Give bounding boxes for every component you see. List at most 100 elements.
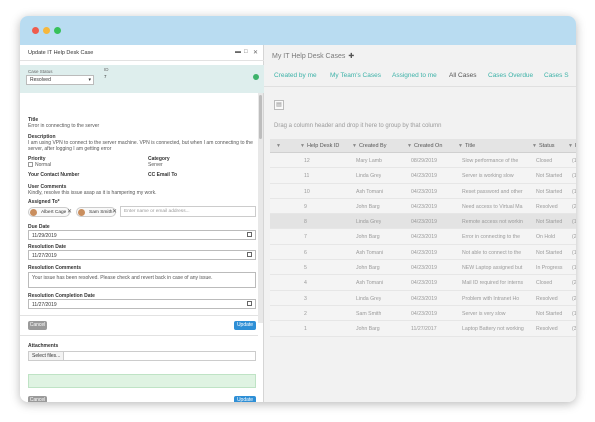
resolution-completion-input[interactable]: 11/27/2019 [28, 299, 256, 309]
add-icon[interactable]: ✚ [348, 53, 354, 60]
remove-assignee-icon[interactable]: ✕ [112, 208, 117, 215]
due-date-input[interactable]: 11/29/2019 [28, 230, 256, 240]
info-icon[interactable] [253, 74, 259, 80]
cc-email-label: CC Email To [148, 172, 178, 178]
table-row[interactable]: 6 Ash Tomani 04/23/2019 Not able to connect… [270, 244, 576, 261]
scrollbar-thumb[interactable] [259, 95, 262, 139]
table-cell: 11/27/2017 [411, 326, 437, 333]
calendar-icon[interactable] [247, 232, 252, 237]
table-cell: 6 [304, 249, 307, 256]
dialog-title: Update IT Help Desk Case [28, 50, 94, 56]
table-cell: 1 [304, 326, 307, 333]
table-cell: Not Started [536, 173, 563, 180]
table-cell: John Barg [356, 265, 380, 272]
col-priority[interactable]: ▼P [568, 143, 576, 149]
file-upload[interactable]: Select files... [28, 351, 256, 361]
update-button-bottom[interactable]: Update [234, 396, 256, 402]
tab-created-by-me[interactable]: Created by me [274, 72, 317, 79]
table-cell: (1) High [572, 188, 576, 195]
table-row[interactable]: 10 Ash Tomani 04/23/2019 Reset password and… [270, 183, 576, 199]
table-row[interactable]: 7 John Barg 04/23/2019 Error in connecting … [270, 229, 576, 245]
col-title[interactable]: ▼ Title [458, 143, 475, 149]
assignee-chip-sam: Sam Smith [76, 207, 117, 217]
table-row[interactable]: 4 Ash Tomani 04/23/2019 Mail ID required fo… [270, 275, 576, 291]
calendar-icon[interactable] [247, 252, 252, 257]
table-cell: (2) Nor [572, 234, 576, 241]
minimize-icon[interactable]: ▬ [235, 49, 241, 55]
tab-my-teams-cases[interactable]: My Team's Cases [330, 72, 381, 79]
table-cell: 10 [304, 188, 310, 195]
category-value: Server [148, 162, 163, 168]
table-cell: 5 [304, 265, 307, 272]
minimize-window-dot[interactable] [43, 27, 50, 34]
table-cell: Ash Tomani [356, 280, 384, 287]
table-row[interactable]: 3 Linda Grey 04/23/2019 Problem with Intran… [270, 290, 576, 306]
tab-cases-s[interactable]: Cases S [544, 72, 569, 79]
table-row[interactable]: 9 John Barg 04/23/2019 Need access to Virtu… [270, 198, 576, 215]
table-row[interactable]: 2 Sam Smith 04/23/2019 Server is very slow N… [270, 305, 576, 322]
table-cell: (1) High [572, 265, 576, 272]
tab-assigned-to-me[interactable]: Assigned to me [392, 72, 437, 79]
select-files-button[interactable]: Select files... [29, 352, 65, 360]
app-window: My IT Help Desk Cases ✚ Created by me My … [20, 16, 576, 402]
col-help-desk-id[interactable]: ▼ Help Desk ID [300, 143, 339, 149]
contact-number-label: Your Contact Number [28, 172, 80, 178]
case-list-title: My IT Help Desk Cases ✚ [272, 52, 354, 60]
table-row[interactable]: 12 Mary Lamb 08/29/2019 Slow performance of… [270, 153, 576, 169]
table-cell: 4 [304, 280, 307, 287]
calendar-icon[interactable] [247, 301, 252, 306]
table-row[interactable]: 5 John Barg 04/23/2019 NEW Laptop assigned … [270, 260, 576, 276]
table-cell: John Barg [356, 234, 380, 241]
cancel-button-bottom[interactable]: Cancel [28, 396, 47, 402]
col-created-by[interactable]: ▼ Created By [352, 143, 386, 149]
form-scrollbar[interactable] [258, 93, 263, 323]
checkbox-icon[interactable] [28, 162, 33, 168]
case-status-select[interactable]: Resolved ▾ [26, 75, 94, 85]
cancel-button[interactable]: Cancel [28, 321, 47, 330]
table-cell: Closed [536, 158, 553, 164]
table-cell: 04/23/2019 [411, 203, 437, 210]
resolution-date-input[interactable]: 11/27/2019 [28, 250, 256, 260]
table-cell: 8 [304, 219, 307, 226]
table-cell: Not Started [536, 249, 563, 256]
group-by-hint: Drag a column header and drop it here to… [274, 123, 442, 129]
table-cell: 04/23/2019 [411, 219, 437, 226]
assign-to-input[interactable]: Enter name or email address... [120, 206, 256, 217]
table-cell: 04/23/2019 [411, 234, 437, 241]
case-tabs: Created by me My Team's Cases Assigned t… [264, 69, 576, 87]
table-row[interactable]: 11 Linda Grey 04/23/2019 Server is working … [270, 168, 576, 184]
table-cell: (1) High [572, 310, 576, 317]
tab-all-cases[interactable]: All Cases [449, 72, 476, 79]
table-cell: 9 [304, 203, 307, 210]
table-row[interactable]: 8 Linda Grey 04/23/2019 Remote access not w… [270, 214, 576, 230]
table-cell: NEW Laptop assigned but [462, 265, 523, 272]
title-value: Error in connecting to the server [28, 123, 100, 129]
resolution-comments-input[interactable]: Your issue has been resolved. Please che… [28, 272, 256, 288]
table-cell: Linda Grey [356, 295, 382, 302]
tab-cases-overdue[interactable]: Cases Overdue [488, 72, 533, 79]
remove-assignee-icon[interactable]: ✕ [67, 208, 72, 215]
update-button[interactable]: Update [234, 321, 256, 330]
maximize-window-dot[interactable] [54, 27, 61, 34]
export-icon[interactable]: ▤ [274, 100, 284, 110]
table-cell: Need access to Virtual Ma [462, 203, 523, 210]
upload-dropzone[interactable] [28, 374, 256, 388]
table-cell: (2) Nor [572, 203, 576, 210]
close-window-dot[interactable] [32, 27, 39, 34]
description-value: I am using VPN to connect to the server … [28, 140, 253, 152]
col-status[interactable]: ▼ Status [532, 143, 555, 149]
table-cell: Remote access not workin [462, 219, 523, 226]
divider [20, 315, 258, 316]
close-icon[interactable]: ✕ [253, 49, 258, 56]
filter-icon[interactable]: ▼ [276, 143, 283, 149]
table-cell: Resolved [536, 203, 558, 210]
table-cell: (1) High [572, 173, 576, 180]
table-row[interactable]: 1 John Barg 11/27/2017 Laptop Battery not w… [270, 321, 576, 337]
maximize-icon[interactable]: □ [244, 49, 248, 55]
table-cell: 3 [304, 295, 307, 302]
col-created-on[interactable]: ▼ Created On [407, 143, 442, 149]
table-cell: Mary Lamb [356, 158, 382, 164]
table-cell: Linda Grey [356, 173, 382, 180]
table-cell: 04/23/2019 [411, 249, 437, 256]
table-cell: Error in connecting to the [462, 234, 520, 241]
